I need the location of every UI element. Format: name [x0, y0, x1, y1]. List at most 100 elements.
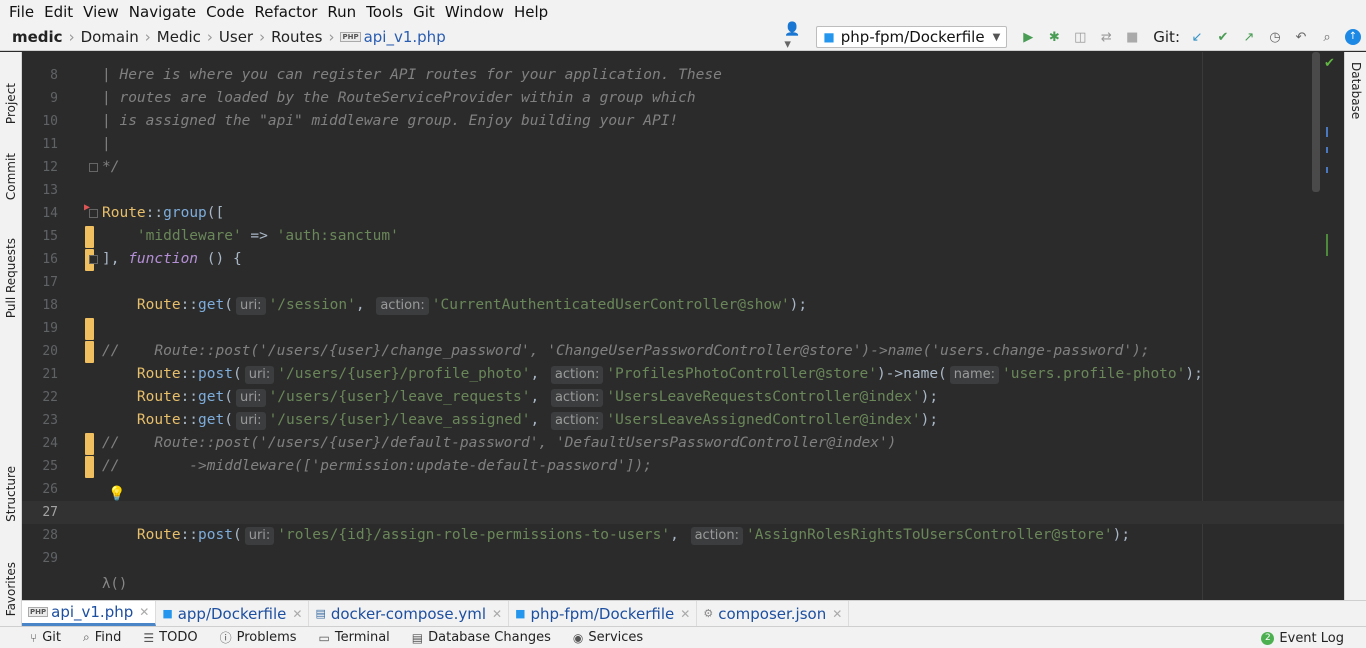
tool-tab-project[interactable]: Project	[2, 58, 20, 124]
tool-find[interactable]: ⌕ Find	[83, 630, 121, 645]
tool-tab-favorites[interactable]: Favorites	[2, 544, 20, 616]
code-line: 29	[22, 547, 1344, 570]
run-configuration-dropdown[interactable]: ■ php-fpm/Dockerfile ▼	[816, 26, 1008, 48]
code-line: 26	[22, 478, 1344, 501]
tool-services[interactable]: ◉ Services	[573, 630, 643, 645]
rollback-icon[interactable]: ↶	[1290, 26, 1312, 48]
parameter-hint: action:	[690, 527, 743, 545]
profile-icon[interactable]: ⇄	[1095, 26, 1117, 48]
method-token: )->name(	[876, 366, 947, 382]
change-marker[interactable]	[85, 226, 94, 248]
tab-docker-compose[interactable]: ▤ docker-compose.yml ✕	[309, 601, 510, 626]
tool-problems[interactable]: ⓘ Problems	[220, 629, 297, 646]
tool-tab-pull-requests[interactable]: Pull Requests	[2, 222, 20, 318]
fold-marker[interactable]	[89, 209, 98, 218]
tool-tab-commit[interactable]: Commit	[2, 138, 20, 200]
close-icon[interactable]: ✕	[139, 605, 149, 619]
class-token: Route	[102, 205, 146, 221]
history-icon[interactable]: ◷	[1264, 26, 1286, 48]
chevron-down-icon: ▼	[992, 31, 1001, 43]
menu-file[interactable]: File	[4, 3, 39, 21]
fold-marker[interactable]	[89, 255, 98, 264]
punctuation-token: () {	[198, 251, 242, 267]
breadcrumb-routes[interactable]: Routes ›	[271, 28, 340, 46]
tool-event-log[interactable]: 2 Event Log	[1261, 627, 1344, 648]
tab-php-fpm-dockerfile[interactable]: ■ php-fpm/Dockerfile ✕	[509, 601, 698, 626]
breadcrumb-label: Domain	[80, 28, 139, 46]
menu-window[interactable]: Window	[440, 3, 509, 21]
stop-icon[interactable]: ■	[1121, 26, 1143, 48]
close-icon[interactable]: ✕	[292, 607, 302, 621]
code-comment: | Here is where you can register API rou…	[102, 67, 722, 83]
breadcrumb-lambda[interactable]: λ()	[102, 576, 127, 592]
string-token: '/users/{user}/profile_photo'	[277, 366, 531, 382]
git-update-icon[interactable]: ↙	[1186, 26, 1208, 48]
menu-git[interactable]: Git	[408, 3, 440, 21]
run-icon[interactable]: ▶	[1017, 26, 1039, 48]
user-icon[interactable]: 👤▾	[784, 22, 806, 52]
line-number: 12	[42, 160, 58, 175]
fold-marker[interactable]	[89, 163, 98, 172]
breadcrumb-project[interactable]: medic ›	[0, 28, 81, 46]
menu-run[interactable]: Run	[322, 3, 361, 21]
string-token: 'UsersLeaveRequestsController@index'	[606, 389, 921, 405]
tab-app-dockerfile[interactable]: ■ app/Dockerfile ✕	[156, 601, 310, 626]
tab-api-v1-php[interactable]: PHP api_v1.php ✕	[22, 601, 157, 626]
tool-database-changes[interactable]: ▤ Database Changes	[412, 630, 551, 645]
tool-terminal[interactable]: ▭ Terminal	[319, 630, 390, 645]
tool-tab-label: Commit	[4, 152, 18, 200]
menu-code[interactable]: Code	[201, 3, 249, 21]
menu-navigate[interactable]: Navigate	[124, 3, 201, 21]
tool-tab-database[interactable]: Database	[1347, 62, 1365, 136]
vertical-scrollbar[interactable]	[1312, 52, 1320, 192]
class-token: Route	[136, 389, 181, 405]
line-number: 15	[42, 229, 58, 244]
punctuation-token: );	[920, 389, 939, 405]
line-number: 11	[42, 137, 58, 152]
breadcrumb-user[interactable]: User ›	[219, 28, 271, 46]
class-token: Route	[136, 412, 181, 428]
punctuation-token: ,	[355, 297, 374, 313]
tool-tab-structure[interactable]: Structure	[2, 450, 20, 522]
punctuation-token: ,	[530, 366, 548, 382]
change-marker[interactable]	[85, 318, 94, 340]
change-marker[interactable]	[85, 433, 94, 455]
tool-git[interactable]: ⑂ Git	[30, 630, 61, 645]
breadcrumb-label: Routes	[271, 28, 323, 46]
php-file-icon: PHP	[28, 607, 49, 617]
tool-label: Find	[94, 630, 122, 645]
menu-tools[interactable]: Tools	[361, 3, 408, 21]
tab-composer-json[interactable]: ⚙ composer.json ✕	[697, 601, 850, 626]
search-icon: ⌕	[83, 630, 90, 644]
code-line: 18 Route::get(uri: '/session', action: 'Cu…	[22, 294, 1344, 317]
lightbulb-icon[interactable]: 💡	[108, 486, 125, 502]
coverage-icon[interactable]: ◫	[1069, 26, 1091, 48]
left-tool-strip: Project Commit Pull Requests Structure F…	[0, 52, 22, 626]
string-token: '/session'	[268, 297, 356, 313]
debug-icon[interactable]: ✱	[1043, 26, 1065, 48]
search-icon[interactable]: ⌕	[1316, 26, 1338, 48]
breadcrumb-domain[interactable]: Domain ›	[81, 28, 157, 46]
close-icon[interactable]: ✕	[680, 607, 690, 621]
tool-label: Event Log	[1279, 630, 1344, 646]
breadcrumb-separator: ›	[144, 28, 151, 46]
menu-refactor[interactable]: Refactor	[249, 3, 322, 21]
code-editor[interactable]: ✔ 8 | Here is where you can register API …	[22, 52, 1344, 600]
line-number: 8	[50, 68, 58, 83]
menu-edit[interactable]: Edit	[39, 3, 78, 21]
menu-help[interactable]: Help	[509, 3, 553, 21]
close-icon[interactable]: ✕	[832, 607, 842, 621]
change-marker[interactable]	[85, 341, 94, 363]
tool-todo[interactable]: ☰ TODO	[143, 630, 197, 645]
git-commit-icon[interactable]: ✔	[1212, 26, 1234, 48]
code-line: 9 | routes are loaded by the RouteService…	[22, 87, 1344, 110]
change-marker[interactable]	[85, 456, 94, 478]
close-icon[interactable]: ✕	[492, 607, 502, 621]
ide-logo-icon[interactable]: ↑	[1342, 26, 1364, 48]
breadcrumb-file[interactable]: PHP api_v1.php	[340, 28, 446, 46]
punctuation-token: (	[224, 412, 233, 428]
menu-view[interactable]: View	[78, 3, 124, 21]
operator-token: ::	[180, 366, 199, 382]
breadcrumb-medic[interactable]: Medic ›	[157, 28, 219, 46]
git-push-icon[interactable]: ↗	[1238, 26, 1260, 48]
